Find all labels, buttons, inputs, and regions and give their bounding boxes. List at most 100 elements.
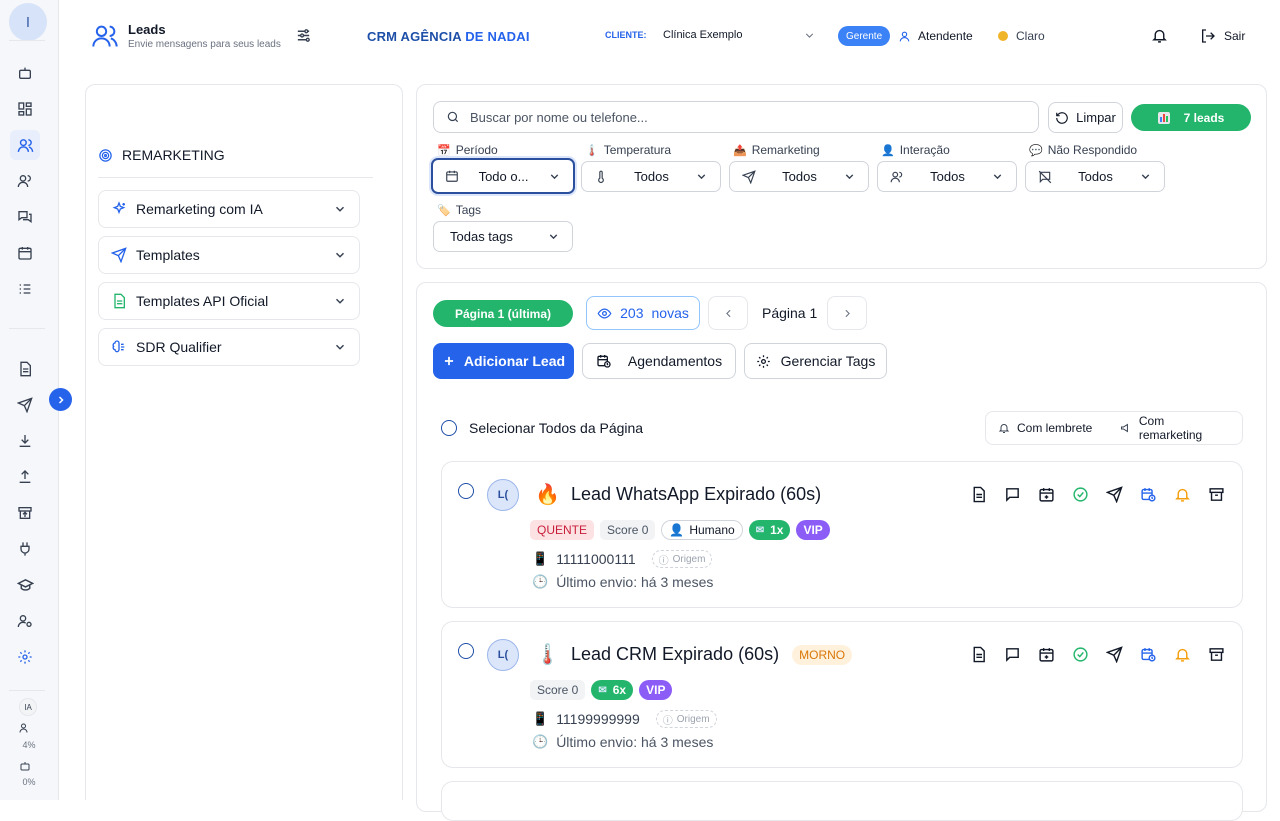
agendamentos-button[interactable]: Agendamentos [582, 343, 736, 379]
upload-icon[interactable] [14, 466, 36, 488]
lead-last-sent: 🕒 Último envio: há 3 meses [532, 734, 713, 750]
calendar-emoji-icon: 📅 [437, 144, 451, 157]
lead-tags: QUENTE Score 0 👤 Humano ✉ 1x VIP [530, 520, 836, 540]
lead-card[interactable]: L( 🔥 Lead WhatsApp Expirado (60s) QUENTE… [441, 461, 1243, 608]
graduation-cap-icon[interactable] [14, 574, 36, 596]
select-all-radio[interactable] [441, 420, 457, 436]
brand-part2: DE NADAI [465, 29, 530, 44]
chart-icon [1157, 111, 1170, 124]
calendar-plus-icon[interactable] [1036, 644, 1056, 664]
search-input[interactable] [470, 109, 1010, 125]
temperatura-select[interactable]: Todos [581, 161, 721, 192]
bot-icon[interactable] [14, 62, 36, 84]
lead-phone: 11199999999 [556, 711, 640, 727]
filter-label-interacao: 👤 Interação [881, 143, 950, 157]
last-sent-text: Último envio: há 3 meses [556, 734, 714, 750]
rotate-icon [1056, 111, 1068, 124]
gear-icon[interactable] [14, 646, 36, 668]
search-field[interactable] [433, 101, 1039, 133]
section-divider [98, 177, 373, 178]
current-user[interactable]: Atendente [898, 29, 973, 43]
checklist-icon[interactable] [14, 278, 36, 300]
reminder-label: Com lembrete [1017, 421, 1093, 435]
page-status-badge: Página 1 (última) [433, 300, 573, 327]
archive-upload-icon[interactable] [14, 502, 36, 524]
calendar-icon[interactable] [14, 242, 36, 264]
nao-respondido-select[interactable]: Todos [1025, 161, 1165, 192]
dashboard-icon[interactable] [14, 98, 36, 120]
next-page-button[interactable] [827, 296, 867, 330]
message-icon[interactable] [1002, 644, 1022, 664]
label-text: Remarketing [751, 143, 820, 157]
archive-icon[interactable] [1206, 644, 1226, 664]
bell-icon[interactable] [1172, 484, 1192, 504]
send-icon[interactable] [1104, 484, 1124, 504]
lead-name[interactable]: Lead CRM Expirado (60s) MORNO [571, 644, 858, 666]
check-circle-icon[interactable] [1070, 484, 1090, 504]
accordion-sdr-qualifier[interactable]: SDR Qualifier [98, 328, 360, 366]
collapse-sidebar-button[interactable] [49, 388, 72, 411]
archive-icon[interactable] [1206, 484, 1226, 504]
remarketing-label: Com remarketing [1138, 414, 1203, 442]
send-icon[interactable] [1104, 644, 1124, 664]
document-icon[interactable] [968, 644, 988, 664]
contacts-icon[interactable] [14, 170, 36, 192]
download-icon[interactable] [14, 430, 36, 452]
filter-sliders-icon[interactable] [295, 27, 312, 44]
interacao-select[interactable]: Todos [877, 161, 1017, 192]
add-lead-button[interactable]: Adicionar Lead [433, 343, 574, 379]
message-icon[interactable] [1002, 484, 1022, 504]
periodo-select[interactable]: Todo o... [431, 158, 575, 194]
accordion-templates[interactable]: Templates [98, 236, 360, 274]
lead-name[interactable]: Lead WhatsApp Expirado (60s) [571, 484, 821, 505]
origin-badge[interactable]: ⓘ Origem [651, 550, 713, 568]
lead-select-radio[interactable] [458, 643, 474, 659]
lead-actions [968, 484, 1226, 504]
calendar-plus-icon[interactable] [1036, 484, 1056, 504]
label-text: Temperatura [603, 143, 672, 157]
chat-icon[interactable] [14, 206, 36, 228]
filter-with-remarketing[interactable]: Com remarketing [1108, 411, 1243, 445]
bell-icon[interactable] [1172, 644, 1192, 664]
lead-card[interactable] [441, 781, 1243, 821]
calendar-clock-icon[interactable] [1138, 644, 1158, 664]
origin-badge[interactable]: ⓘ Origem [655, 710, 717, 728]
filter-with-reminder[interactable]: Com lembrete [985, 411, 1110, 445]
client-label: CLIENTE: [605, 30, 647, 40]
client-select[interactable]: Clínica Exemplo [663, 29, 742, 41]
document-icon[interactable] [968, 484, 988, 504]
plug-icon[interactable] [14, 538, 36, 560]
chevron-down-icon [335, 298, 345, 304]
clear-button[interactable]: Limpar [1048, 102, 1123, 133]
new-leads-button[interactable]: 203 novas [586, 296, 700, 330]
outbox-emoji-icon: 📤 [733, 144, 747, 157]
accordion-remarketing-ia[interactable]: Remarketing com IA [98, 190, 360, 228]
user-settings-icon[interactable] [14, 610, 36, 632]
sent-count: 6x [612, 683, 627, 697]
leads-icon[interactable] [10, 130, 40, 160]
lead-card[interactable]: L( 🌡️ Lead CRM Expirado (60s) MORNO Scor… [441, 621, 1243, 768]
manage-tags-button[interactable]: Gerenciar Tags [744, 343, 887, 379]
calendar-clock-icon[interactable] [1138, 484, 1158, 504]
filter-label-temperatura: 🌡️ Temperatura [585, 143, 671, 157]
tags-select[interactable]: Todas tags [433, 221, 573, 252]
interaction-label: Humano [689, 523, 735, 537]
send-icon[interactable] [14, 394, 36, 416]
label-text: Interação [899, 143, 950, 157]
users-icon [890, 171, 903, 182]
remarketing-select[interactable]: Todos [729, 161, 869, 192]
bell-icon[interactable] [1151, 27, 1168, 44]
lead-select-radio[interactable] [458, 483, 474, 499]
select-all-row[interactable]: Selecionar Todos da Página [441, 420, 643, 436]
send-icon [111, 247, 127, 263]
user-avatar[interactable]: I [9, 3, 47, 41]
logout-button[interactable]: Sair [1200, 28, 1245, 44]
check-circle-icon[interactable] [1070, 644, 1090, 664]
document-icon[interactable] [14, 358, 36, 380]
page-indicator: Página 1 [762, 305, 818, 321]
theme-toggle[interactable]: Claro [998, 29, 1045, 43]
accordion-templates-api[interactable]: Templates API Oficial [98, 282, 360, 320]
section-title: REMARKETING [122, 147, 225, 163]
chevron-down-icon[interactable] [803, 29, 816, 42]
prev-page-button[interactable] [708, 296, 748, 330]
